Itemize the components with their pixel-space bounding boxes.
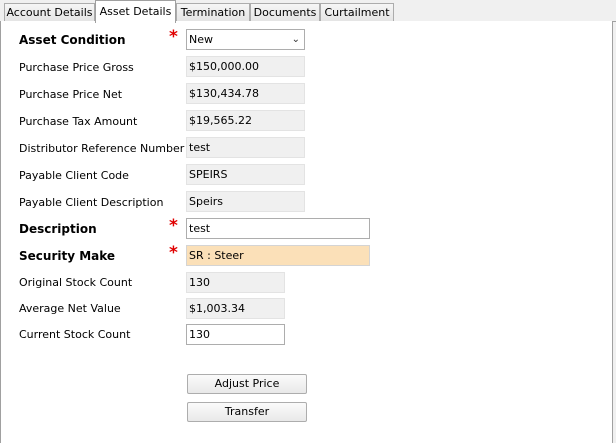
tab-termination[interactable]: Termination — [176, 3, 250, 22]
tab-asset-details[interactable]: Asset Details — [95, 0, 176, 23]
payable-client-code-field: SPEIRS — [186, 164, 305, 185]
security-make-input[interactable]: SR : Steer — [186, 245, 370, 266]
average-net-value-label: Average Net Value — [19, 302, 121, 315]
current-stock-count-input[interactable]: 130 — [186, 324, 285, 345]
average-net-value-field: $1,003.34 — [186, 298, 285, 319]
purchase-price-gross-label: Purchase Price Gross — [19, 61, 134, 74]
security-make-required-marker: * — [169, 243, 178, 263]
purchase-price-net-field: $130,434.78 — [186, 83, 305, 104]
tab-account-details[interactable]: Account Details — [4, 3, 95, 22]
description-required-marker: * — [169, 216, 178, 236]
tab-documents[interactable]: Documents — [250, 3, 320, 22]
description-label: Description — [19, 222, 97, 236]
asset-details-panel: Asset Condition * New ⌄ Purchase Price G… — [0, 21, 613, 443]
original-stock-count-label: Original Stock Count — [19, 276, 133, 289]
original-stock-count-field: 130 — [186, 272, 285, 293]
description-input[interactable]: test — [186, 218, 370, 239]
asset-condition-required-marker: * — [169, 27, 178, 47]
asset-condition-label: Asset Condition — [19, 33, 126, 47]
chevron-down-icon: ⌄ — [291, 34, 300, 45]
asset-condition-select[interactable]: New ⌄ — [186, 29, 305, 50]
purchase-tax-amount-label: Purchase Tax Amount — [19, 115, 138, 128]
tab-curtailment[interactable]: Curtailment — [320, 3, 394, 22]
security-make-label: Security Make — [19, 249, 116, 263]
payable-client-description-label: Payable Client Description — [19, 196, 164, 209]
payable-client-description-field: Speirs — [186, 191, 305, 212]
distributor-reference-number-field: test — [186, 137, 305, 158]
transfer-button[interactable]: Transfer — [187, 402, 307, 422]
purchase-tax-amount-field: $19,565.22 — [186, 110, 305, 131]
adjust-price-button[interactable]: Adjust Price — [187, 374, 307, 394]
tab-bar: Account Details Asset Details Terminatio… — [0, 0, 616, 23]
distributor-reference-number-label: Distributor Reference Number — [19, 142, 185, 155]
purchase-price-net-label: Purchase Price Net — [19, 88, 123, 101]
current-stock-count-label: Current Stock Count — [19, 328, 131, 341]
payable-client-code-label: Payable Client Code — [19, 169, 129, 182]
purchase-price-gross-field: $150,000.00 — [186, 56, 305, 77]
asset-condition-value: New — [189, 33, 213, 46]
